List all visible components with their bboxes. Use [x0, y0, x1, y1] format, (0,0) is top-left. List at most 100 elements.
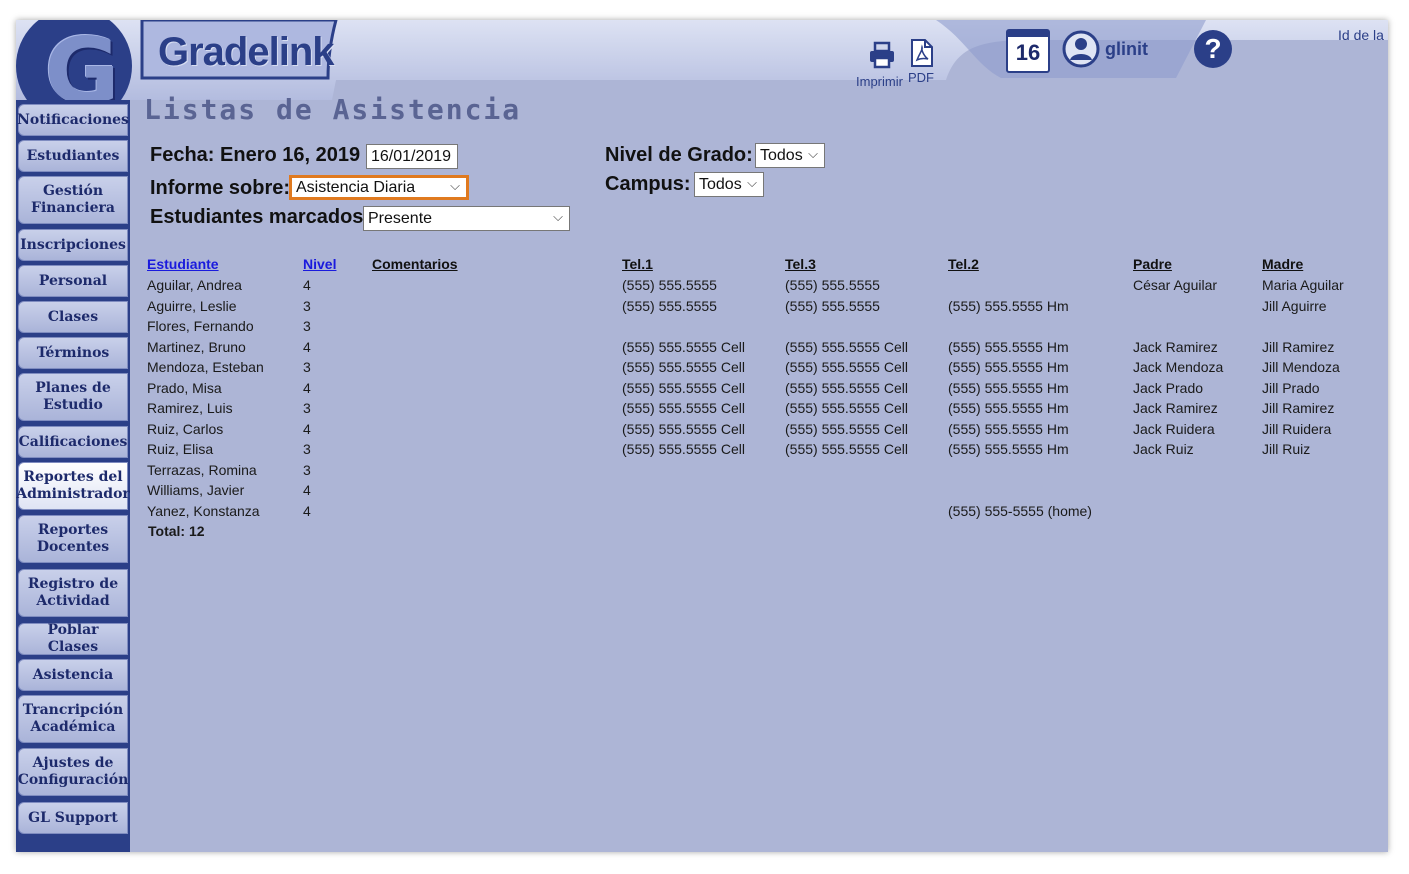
table-cell-nivel: 4	[303, 277, 311, 293]
table-cell-tel1: (555) 555.5555 Cell	[622, 441, 745, 457]
table-cell-padre: César Aguilar	[1133, 277, 1218, 293]
table-cell-madre: Jill Mendoza	[1262, 359, 1340, 375]
table-cell-tel1: (555) 555.5555 Cell	[622, 339, 745, 355]
campus-select[interactable]: Todos	[694, 172, 764, 197]
table-cell-nivel: 4	[303, 421, 311, 437]
print-icon	[870, 41, 894, 69]
sidebar-item-gl-support[interactable]: GL Support	[18, 802, 128, 834]
help-icon[interactable]: ?	[1194, 30, 1232, 68]
table-cell-tel2: (555) 555.5555 Hm	[948, 339, 1069, 355]
pdf-label[interactable]: PDF	[908, 70, 934, 85]
table-cell-madre: Maria Aguilar	[1262, 277, 1344, 293]
id-label: Id de la	[1338, 27, 1384, 43]
table-cell-tel3: (555) 555.5555 Cell	[785, 441, 908, 457]
table-cell-padre: Jack Ramirez	[1133, 400, 1218, 416]
table-cell-tel3: (555) 555.5555 Cell	[785, 359, 908, 375]
table-cell-tel2: (555) 555.5555 Hm	[948, 298, 1069, 314]
table-cell-nivel: 3	[303, 359, 311, 375]
table-cell-estudiante: Martinez, Bruno	[147, 339, 246, 355]
user-icon[interactable]	[1062, 30, 1100, 68]
sidebar-item-calificaciones[interactable]: Calificaciones	[18, 426, 128, 458]
table-cell-tel3: (555) 555.5555	[785, 298, 880, 314]
table-cell-estudiante: Aguilar, Andrea	[147, 277, 242, 293]
table-cell-estudiante: Flores, Fernando	[147, 318, 254, 334]
page-title: Listas de Asistencia	[144, 93, 522, 126]
brand-name: Gradelink	[158, 30, 335, 74]
table-cell-tel1: (555) 555.5555	[622, 277, 717, 293]
table-cell-madre: Jill Ramirez	[1262, 339, 1335, 355]
informe-select[interactable]: Asistencia Diaria	[289, 175, 469, 200]
table-cell-padre: Jack Mendoza	[1133, 359, 1224, 375]
table-cell-padre: Jack Ruiz	[1133, 441, 1194, 457]
table-cell-estudiante: Williams, Javier	[147, 482, 245, 498]
sidebar-item-poblar-clases[interactable]: Poblar Clases	[18, 622, 128, 655]
table-cell-tel3: (555) 555.5555 Cell	[785, 400, 908, 416]
table-cell-tel1: (555) 555.5555 Cell	[622, 380, 745, 396]
table-cell-madre: Jill Ruidera	[1262, 421, 1332, 437]
campus-label: Campus:	[605, 173, 691, 195]
sidebar-item-notificaciones[interactable]: Notificaciones	[17, 104, 129, 136]
table-cell-nivel: 3	[303, 462, 311, 478]
table-cell-estudiante: Ruiz, Elisa	[147, 441, 214, 457]
table-cell-padre: Jack Prado	[1133, 380, 1204, 396]
sidebar-item-asistencia[interactable]: Asistencia	[18, 659, 128, 691]
table-cell-nivel: 4	[303, 482, 311, 498]
table-cell-madre: Jill Aguirre	[1262, 298, 1327, 314]
column-header-padre: Padre	[1133, 256, 1172, 272]
calendar-icon[interactable]: 16	[1006, 29, 1050, 73]
marcados-label: Estudiantes marcados	[150, 206, 364, 228]
table-cell-tel1: (555) 555.5555 Cell	[622, 359, 745, 375]
sidebar-item-reportes-administrador[interactable]: Reportes del Administrador	[16, 462, 130, 510]
user-name[interactable]: glinit	[1105, 39, 1148, 60]
informe-label: Informe sobre:	[150, 177, 291, 199]
table-cell-estudiante: Terrazas, Romina	[147, 462, 257, 478]
sidebar-item-transcripcion-academica[interactable]: Trancripción Académica	[18, 695, 128, 743]
table-cell-nivel: 4	[303, 380, 311, 396]
table-cell-padre: Jack Ruidera	[1133, 421, 1215, 437]
table-cell-nivel: 3	[303, 400, 311, 416]
table-cell-estudiante: Ramirez, Luis	[147, 400, 233, 416]
fecha-input[interactable]: 16/01/2019	[366, 144, 458, 169]
column-header-estudiante[interactable]: Estudiante	[147, 256, 219, 272]
sidebar-item-terminos[interactable]: Términos	[18, 337, 128, 369]
sidebar-item-inscripciones[interactable]: Inscripciones	[18, 229, 128, 261]
sidebar-item-gestion-financiera[interactable]: Gestión Financiera	[18, 176, 128, 224]
sidebar-item-ajustes-configuracion[interactable]: Ajustes de Configuración	[18, 748, 128, 796]
pdf-button[interactable]	[902, 38, 942, 68]
sidebar-item-reportes-docentes[interactable]: Reportes Docentes	[18, 515, 128, 563]
table-cell-padre: Jack Ramirez	[1133, 339, 1218, 355]
print-label[interactable]: Imprimir	[856, 74, 903, 89]
table-cell-nivel: 3	[303, 318, 311, 334]
nivel-select[interactable]: Todos	[755, 143, 825, 168]
table-cell-estudiante: Prado, Misa	[147, 380, 222, 396]
app-window: G Gradelink Imprimir PDF 16 glinit ? Id …	[16, 20, 1388, 852]
table-cell-tel2: (555) 555-5555 (home)	[948, 503, 1092, 519]
table-cell-tel2: (555) 555.5555 Hm	[948, 441, 1069, 457]
column-header-tel3: Tel.3	[785, 256, 816, 272]
sidebar-item-clases[interactable]: Clases	[18, 301, 128, 333]
column-header-nivel[interactable]: Nivel	[303, 256, 336, 272]
sidebar-item-personal[interactable]: Personal	[18, 265, 128, 297]
table-cell-estudiante: Mendoza, Esteban	[147, 359, 264, 375]
column-header-tel1: Tel.1	[622, 256, 653, 272]
table-cell-madre: Jill Prado	[1262, 380, 1320, 396]
table-cell-madre: Jill Ruiz	[1262, 441, 1311, 457]
sidebar-item-planes-de-estudio[interactable]: Planes de Estudio	[18, 373, 128, 421]
table-cell-nivel: 4	[303, 339, 311, 355]
table-cell-madre: Jill Ramirez	[1262, 400, 1335, 416]
table-cell-tel3: (555) 555.5555 Cell	[785, 339, 908, 355]
table-cell-tel1: (555) 555.5555 Cell	[622, 400, 745, 416]
total-count: Total: 12	[148, 523, 205, 539]
column-header-comentarios: Comentarios	[372, 256, 458, 272]
sidebar-item-registro-actividad[interactable]: Registro de Actividad	[18, 569, 128, 617]
table-cell-estudiante: Yanez, Konstanza	[147, 503, 260, 519]
table-cell-tel1: (555) 555.5555 Cell	[622, 421, 745, 437]
table-cell-tel3: (555) 555.5555 Cell	[785, 380, 908, 396]
table-cell-nivel: 4	[303, 503, 311, 519]
table-cell-tel1: (555) 555.5555	[622, 298, 717, 314]
table-cell-tel2: (555) 555.5555 Hm	[948, 400, 1069, 416]
nivel-label: Nivel de Grado:	[605, 144, 753, 166]
table-cell-tel2: (555) 555.5555 Hm	[948, 380, 1069, 396]
marcados-select[interactable]: Presente	[363, 206, 570, 231]
sidebar-item-estudiantes[interactable]: Estudiantes	[18, 140, 128, 172]
